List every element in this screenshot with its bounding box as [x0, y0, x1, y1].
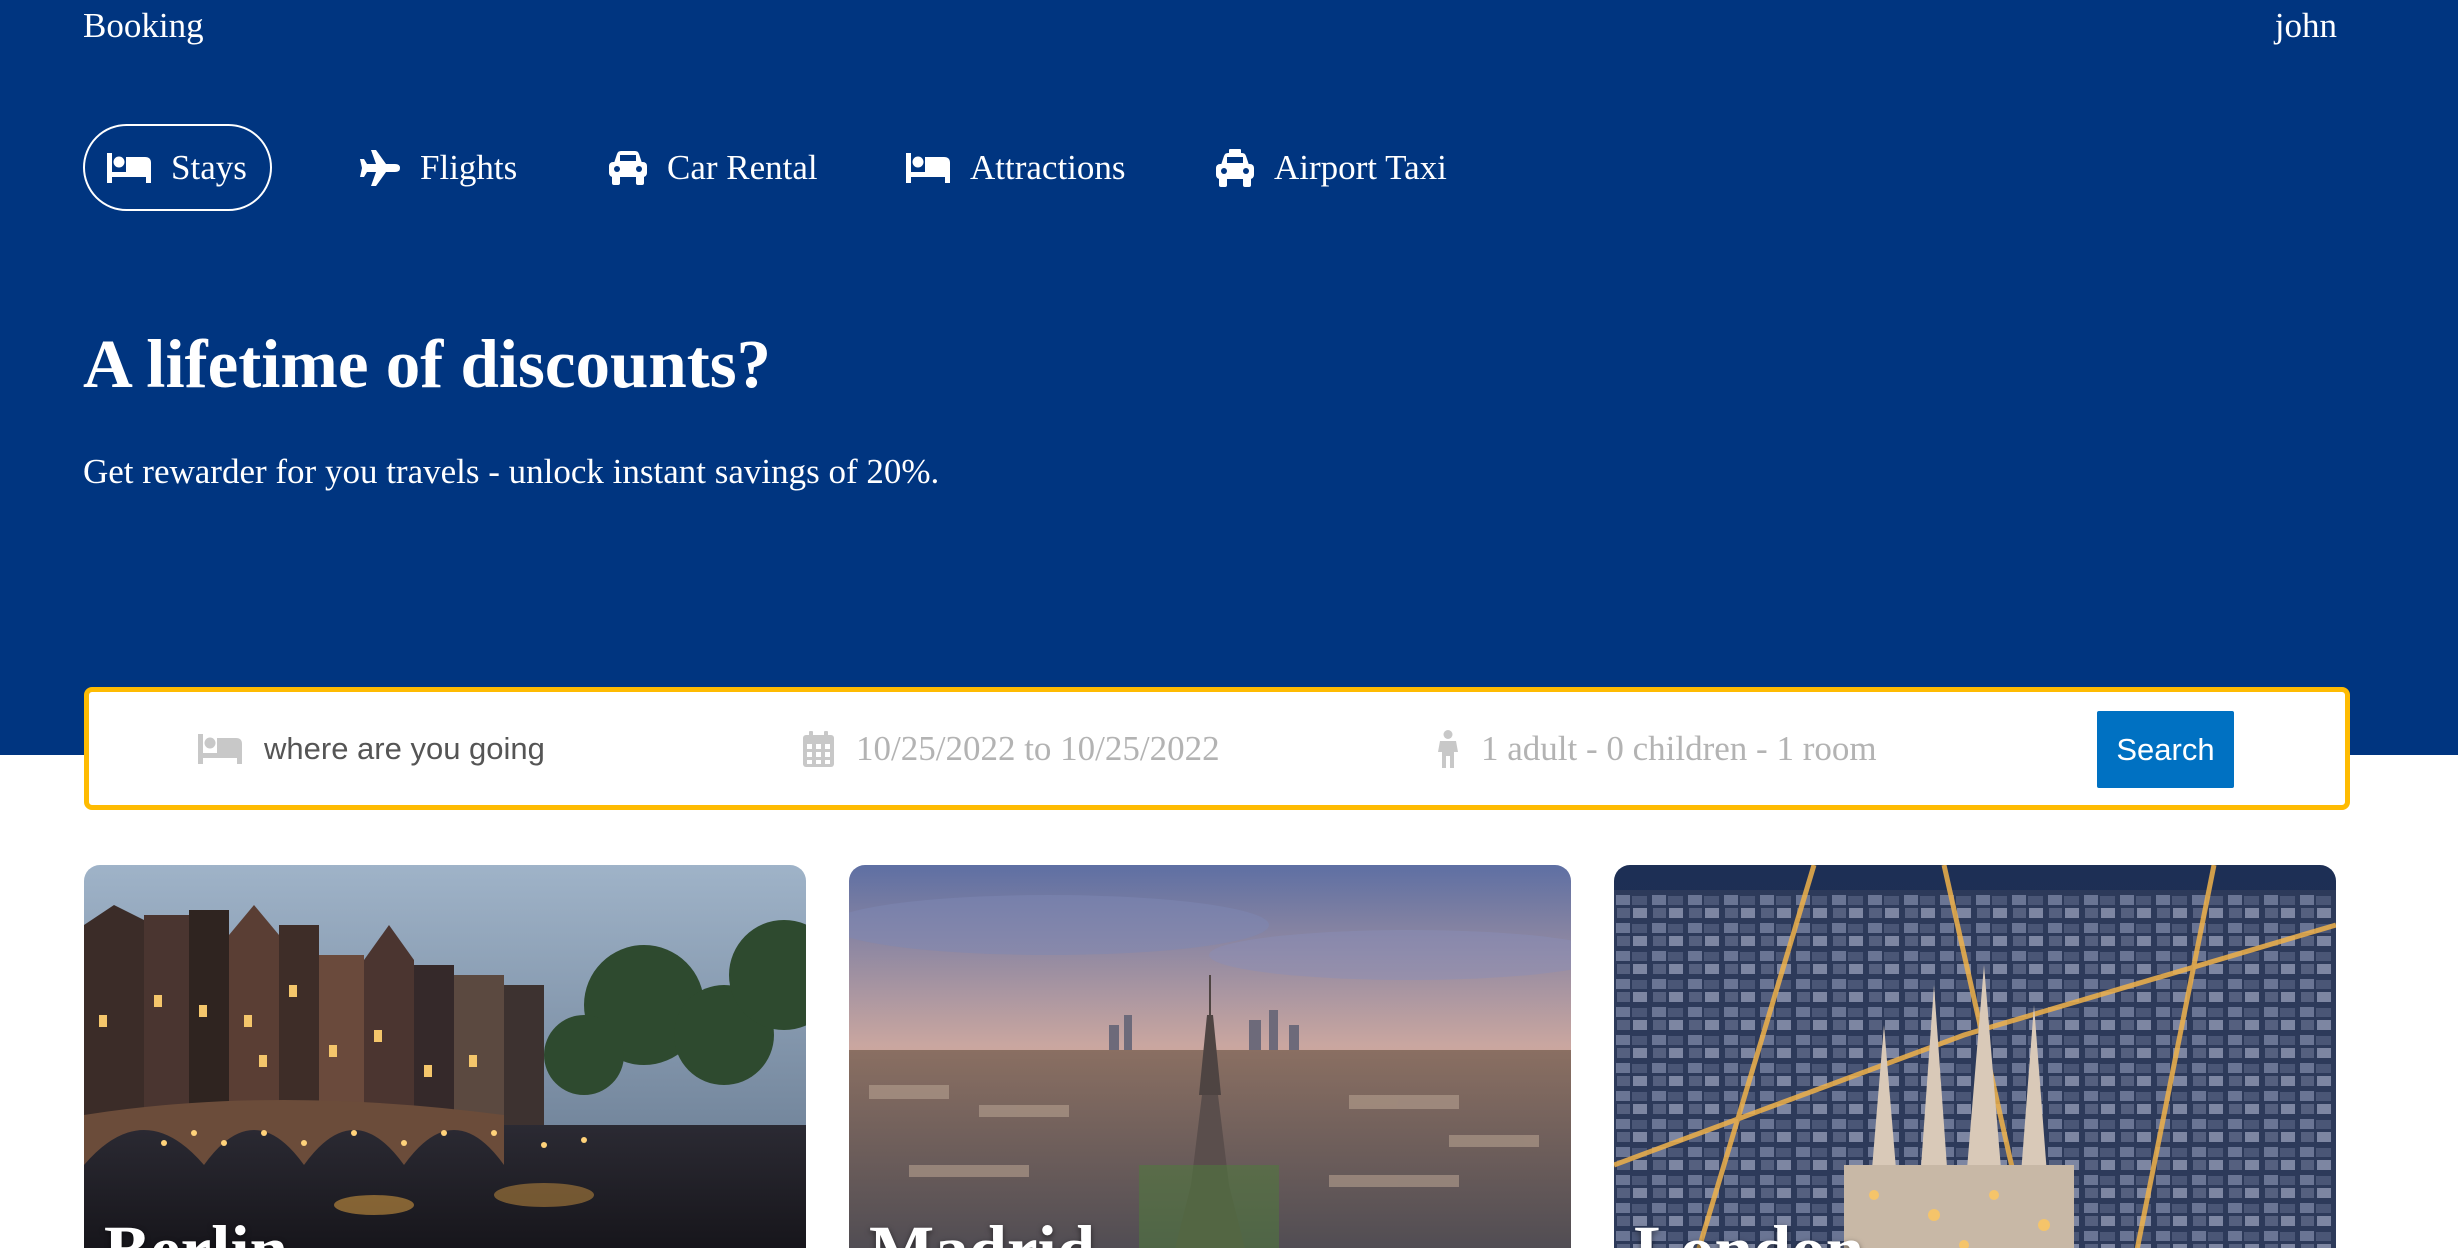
- car-icon: [609, 150, 647, 185]
- nav-item-label: Attractions: [970, 147, 1126, 187]
- nav-item-label: Flights: [420, 147, 518, 187]
- featured-card-london[interactable]: London: [1614, 865, 2336, 1248]
- nav-item-label: Stays: [171, 147, 247, 187]
- featured-card-title: Madrid: [869, 1210, 1095, 1248]
- nav-item-car-rental[interactable]: Car Rental: [609, 124, 818, 211]
- bed-icon: [198, 733, 242, 764]
- canal-bridge-evening-photo: [84, 865, 806, 1248]
- brand-logo[interactable]: Booking: [83, 2, 204, 50]
- guests-field[interactable]: 1 adult - 0 children - 1 room: [1437, 692, 1877, 805]
- search-bar: 10/25/2022 to 10/25/2022 1 adult - 0 chi…: [84, 687, 2350, 810]
- nav-item-label: Airport Taxi: [1274, 147, 1447, 187]
- nav-item-flights[interactable]: Flights: [360, 124, 517, 211]
- featured-card-berlin[interactable]: Berlin: [84, 865, 806, 1248]
- nav-item-attractions[interactable]: Attractions: [906, 124, 1126, 211]
- eiffel-tower-city-skyline-photo: [849, 865, 1571, 1248]
- taxi-icon: [1216, 148, 1254, 187]
- user-name[interactable]: john: [2275, 2, 2337, 50]
- featured-card-madrid[interactable]: Madrid: [849, 865, 1571, 1248]
- bed-icon: [107, 152, 151, 183]
- featured-card-title: Berlin: [104, 1210, 288, 1248]
- page: Booking john Stays Flights Car Rental At…: [0, 0, 2458, 1248]
- destination-input[interactable]: [264, 730, 744, 767]
- calendar-icon: [803, 730, 834, 767]
- hero-subtitle: Get rewarder for you travels - unlock in…: [83, 452, 940, 491]
- search-button[interactable]: Search: [2097, 711, 2234, 788]
- hero-header: Booking john Stays Flights Car Rental At…: [0, 0, 2458, 755]
- nav-item-stays[interactable]: Stays: [83, 124, 272, 211]
- destination-field[interactable]: [198, 692, 744, 805]
- date-range-field[interactable]: 10/25/2022 to 10/25/2022: [803, 692, 1220, 805]
- bed-icon: [906, 152, 950, 183]
- hero-title: A lifetime of discounts?: [83, 326, 772, 402]
- date-range-text[interactable]: 10/25/2022 to 10/25/2022: [856, 729, 1220, 769]
- aerial-city-night-cathedral-photo: [1614, 865, 2336, 1248]
- person-icon: [1437, 729, 1459, 768]
- plane-icon: [360, 149, 400, 186]
- guests-text[interactable]: 1 adult - 0 children - 1 room: [1481, 729, 1877, 769]
- nav-item-label: Car Rental: [667, 147, 818, 187]
- featured-card-title: London: [1634, 1210, 1864, 1248]
- nav-item-airport-taxi[interactable]: Airport Taxi: [1216, 124, 1447, 211]
